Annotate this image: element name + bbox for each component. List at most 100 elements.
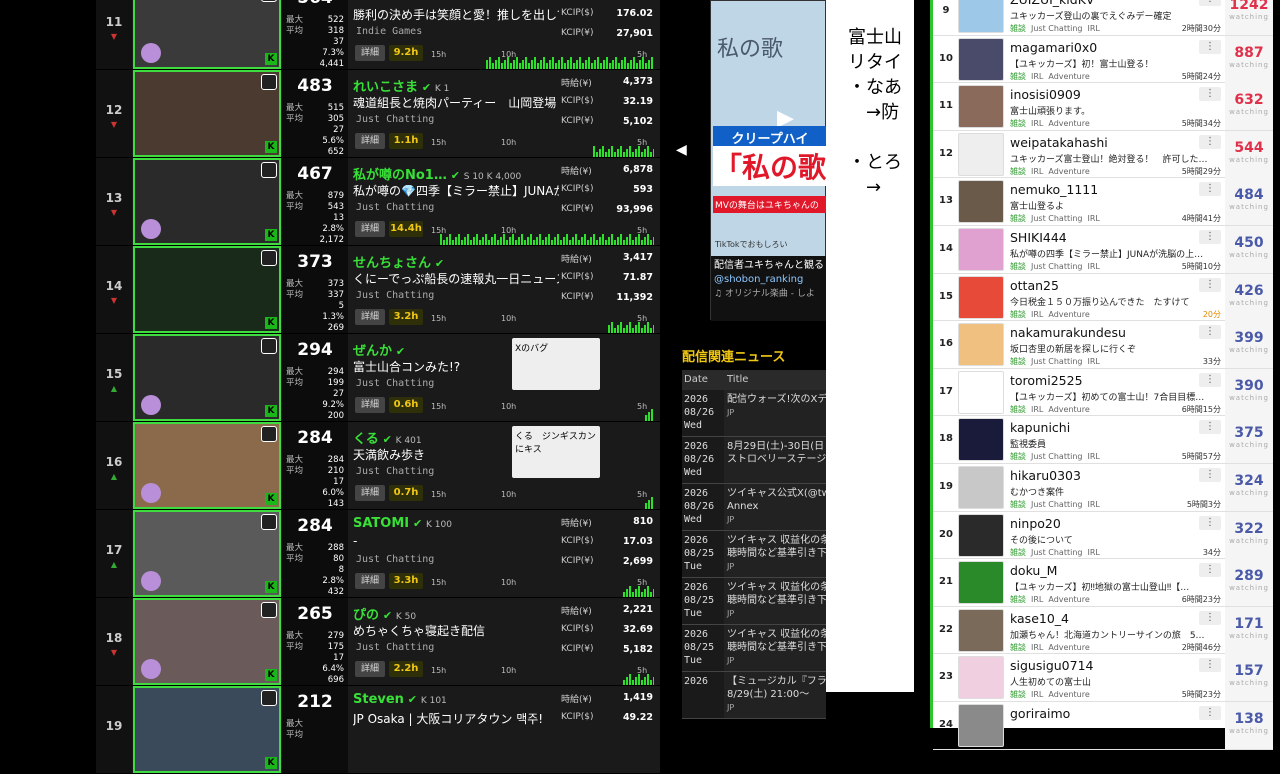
ranking-row[interactable]: 12 weipatakahashi ユキッカーズ富士登山！絶対登る！ 許可した… 雑談…	[933, 130, 1273, 179]
streamer-avatar[interactable]	[958, 0, 1004, 33]
stream-tag[interactable]: Adventure	[1048, 119, 1089, 128]
stream-thumbnail[interactable]: K	[133, 686, 281, 773]
stream-tag[interactable]: 雑談	[1010, 24, 1026, 33]
news-item[interactable]: 【ミュージカル『フラガ 8/29(土) 21:00〜 JP	[724, 672, 826, 718]
news-title-text[interactable]: ツイキャス 収益化の条	[727, 628, 826, 641]
stream-row[interactable]: 16 ▲ K 284 最大 284 平均 210 17 6.0% 143 くる ✔ K 401 天満飲み…	[96, 422, 660, 510]
stream-thumbnail[interactable]: K	[133, 422, 281, 509]
stream-tag[interactable]: IRL	[1031, 690, 1043, 699]
stream-tag[interactable]: 雑談	[1010, 357, 1026, 366]
streamer-name[interactable]: toromi2525	[1010, 373, 1083, 388]
stream-row[interactable]: 14 ▼ K 373 最大 373 平均 337 5 1.3% 269 せんちょさん ✔ くにーでっぷ…	[96, 246, 660, 334]
streamer-name-text[interactable]: せんちょさん	[353, 256, 431, 271]
ranking-row[interactable]: 17 toromi2525 【ユキッカーズ】初めての富士山！7合目目標… 雑談 IRL A…	[933, 368, 1273, 417]
streamer-name[interactable]: nemuko_1111	[1010, 182, 1098, 197]
stream-tag[interactable]: Adventure	[1048, 595, 1089, 604]
stream-tag[interactable]: 雑談	[1010, 500, 1026, 509]
news-item[interactable]: 8月29日(土)-30日(日 ストロベリーステージの	[724, 437, 826, 483]
news-row[interactable]: 2026 08/26 Wed 配信ウォーズ!次のXデ JP	[682, 390, 826, 437]
streamer-avatar[interactable]	[958, 513, 1004, 557]
stream-row[interactable]: 18 ▼ K 265 最大 279 平均 175 17 6.4% 696 ぴの ✔ K 50 めちゃくち…	[96, 598, 660, 686]
news-row[interactable]: 2026 08/26 Wed 8月29日(土)-30日(日 ストロベリーステージの	[682, 437, 826, 484]
stream-tag[interactable]: Adventure	[1048, 690, 1089, 699]
ranking-row[interactable]: 18 kapunichi 監視委員 雑談 Just Chatting IRL 5時間57分 ⋮…	[933, 416, 1273, 464]
streamer-name[interactable]: ぴの ✔ K 50	[353, 604, 416, 623]
streamer-name-text[interactable]: SATOMI	[353, 516, 409, 531]
more-menu-icon[interactable]: ⋮	[1199, 610, 1221, 625]
ranking-row[interactable]: 10 magamari0x0 【ユキッカーズ】初！富士山登る！ 雑談 IRL Advent…	[933, 35, 1273, 84]
more-menu-icon[interactable]: ⋮	[1199, 420, 1221, 435]
streamer-avatar[interactable]	[958, 323, 1004, 367]
stream-tag[interactable]: 雑談	[1010, 167, 1026, 176]
stream-tag[interactable]: Just Chatting	[1031, 262, 1082, 271]
stream-tag[interactable]: 雑談	[1010, 72, 1026, 81]
news-row[interactable]: 2026 08/25 Tue ツイキャス 収益化の条 聴時間など基準引き下 JP	[682, 578, 826, 625]
stream-category[interactable]: Just Chatting	[356, 378, 434, 389]
stream-thumbnail[interactable]: K	[133, 510, 281, 597]
stream-row[interactable]: 19 K 212 最大 平均 Steven ✔ K 101 JP Osaka | 大阪コリア…	[96, 686, 660, 774]
streamer-name-text[interactable]: ぜんか	[353, 344, 392, 359]
streamer-avatar[interactable]	[958, 608, 1004, 652]
more-menu-icon[interactable]: ⋮	[1199, 87, 1221, 102]
stream-row[interactable]: 15 ▲ K 294 最大 294 平均 199 27 9.2% 200 ぜんか ✔ 富士山合コンみた…	[96, 334, 660, 422]
ranking-row[interactable]: 16 nakamurakundesu 坂口杏里の新居を探しに行くぞ 雑談 Just Ch…	[933, 321, 1273, 369]
news-title-text[interactable]: ツイキャス公式X(@tw	[727, 487, 826, 500]
stream-thumbnail[interactable]: K	[133, 70, 281, 157]
stream-thumbnail[interactable]: K	[133, 0, 281, 69]
ranking-row[interactable]: 20 ninpo20 その後について 雑談 Just Chatting IRL 34分 ⋮ 32…	[933, 511, 1273, 560]
ranking-row[interactable]: 22 kase10_4 加瀬ちゃん！北海道カントリーサインの旅 5… 雑談 IRL Adv…	[933, 606, 1273, 655]
stream-tag[interactable]: 雑談	[1010, 405, 1026, 414]
more-menu-icon[interactable]: ⋮	[1199, 468, 1221, 482]
news-item[interactable]: 配信ウォーズ!次のXデ JP	[724, 390, 826, 436]
news-row[interactable]: 2026 08/25 Tue ツイキャス 収益化の条 聴時間など基準引き下 JP	[682, 625, 826, 672]
streamer-name[interactable]: くる ✔ K 401	[353, 428, 422, 447]
news-row[interactable]: 2026 【ミュージカル『フラガ 8/29(土) 21:00〜 JP	[682, 672, 826, 719]
more-menu-icon[interactable]: ⋮	[1199, 563, 1221, 578]
news-row[interactable]: 2026 08/26 Wed ツイキャス公式X(@tw Annex JP	[682, 484, 826, 531]
more-menu-icon[interactable]: ⋮	[1199, 182, 1221, 197]
stream-tag[interactable]: Adventure	[1048, 167, 1089, 176]
ranking-row[interactable]: 24 goriraimo ⋮ 138 watching	[933, 702, 1273, 750]
streamer-name[interactable]: ぜんか ✔	[353, 340, 405, 359]
stream-tag[interactable]: Just Chatting	[1031, 24, 1082, 33]
more-menu-icon[interactable]: ⋮	[1199, 39, 1221, 54]
streamer-name-text[interactable]: れいこさま	[353, 80, 418, 95]
stream-tag[interactable]: IRL	[1031, 119, 1043, 128]
more-menu-icon[interactable]: ⋮	[1199, 515, 1221, 530]
streamer-name[interactable]: kase10_4	[1010, 611, 1069, 626]
stream-category[interactable]: Just Chatting	[356, 466, 434, 477]
streamer-avatar[interactable]	[958, 418, 1004, 462]
stream-tag[interactable]: IRL	[1087, 452, 1099, 461]
stream-category[interactable]: Just Chatting	[356, 290, 434, 301]
streamer-name[interactable]: れいこさま ✔ K 1	[353, 76, 449, 95]
more-menu-icon[interactable]: ⋮	[1199, 230, 1221, 244]
streamer-name[interactable]: inosisi0909	[1010, 87, 1081, 102]
ranking-row[interactable]: 19 hikaru0303 むかつき案件 雑談 Just Chatting IRL 5時間3…	[933, 464, 1273, 512]
news-title-text[interactable]: ツイキャス 収益化の条	[727, 534, 826, 547]
stream-tag[interactable]: 雑談	[1010, 262, 1026, 271]
stream-tag[interactable]: Adventure	[1048, 310, 1089, 319]
stream-tag[interactable]: Adventure	[1048, 72, 1089, 81]
streamer-name-text[interactable]: 私が噂のNo1…	[353, 168, 447, 183]
more-menu-icon[interactable]: ⋮	[1199, 325, 1221, 340]
streamer-name[interactable]: Steven ✔ K 101	[353, 692, 447, 707]
streamer-avatar[interactable]	[958, 704, 1004, 747]
stream-tag[interactable]: 雑談	[1010, 452, 1026, 461]
streamer-name[interactable]: SATOMI ✔ K 100	[353, 516, 452, 531]
streamer-name[interactable]: goriraimo	[1010, 706, 1070, 721]
news-item[interactable]: ツイキャス 収益化の条 聴時間など基準引き下 JP	[724, 578, 826, 624]
streamer-avatar[interactable]	[958, 561, 1004, 605]
stream-tag[interactable]: IRL	[1087, 500, 1099, 509]
ranking-row[interactable]: 21 doku_M 【ユキッカーズ】初‼地獄の富士山登山‼【… 雑談 IRL Advent…	[933, 559, 1273, 607]
stream-tag[interactable]: Just Chatting	[1031, 548, 1082, 557]
streamer-name-text[interactable]: くる	[353, 432, 379, 447]
collapse-arrow-icon[interactable]: ◀	[676, 142, 687, 158]
stream-tag[interactable]: IRL	[1087, 214, 1099, 223]
streamer-name[interactable]: 私が噂のNo1… ✔ S 10 K 4,000	[353, 164, 521, 183]
more-menu-icon[interactable]: ⋮	[1199, 658, 1221, 673]
stream-tag[interactable]: Just Chatting	[1031, 500, 1082, 509]
stream-tag[interactable]: IRL	[1087, 548, 1099, 557]
stream-category[interactable]: Just Chatting	[356, 114, 434, 125]
caption-user[interactable]: @shobon_ranking	[714, 273, 824, 287]
ranking-row[interactable]: 23 sigusigu0714 人生初めての富士山 雑談 IRL Adventure 5時間…	[933, 654, 1273, 702]
